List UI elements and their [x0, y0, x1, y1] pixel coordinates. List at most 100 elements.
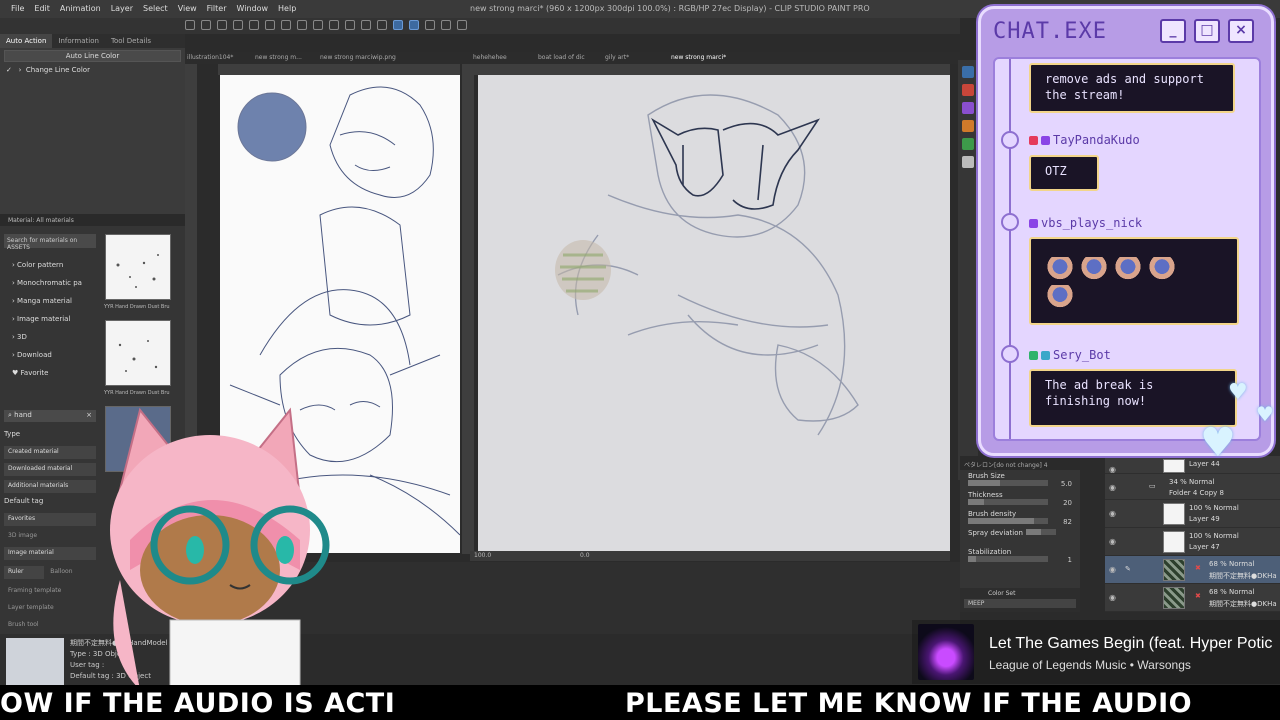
eye-icon[interactable]: ◉: [1109, 565, 1119, 574]
tag-balloon[interactable]: Balloon: [46, 566, 90, 579]
layer-row[interactable]: ◉ 100 % Normal Layer 47: [1105, 528, 1280, 556]
material-thumbnail[interactable]: [105, 320, 171, 386]
tag-brush-tool[interactable]: Brush tool: [4, 619, 96, 632]
menu-window[interactable]: Window: [231, 4, 273, 13]
tab-information[interactable]: Information: [52, 34, 105, 48]
rotation-value[interactable]: 0.0: [580, 552, 590, 559]
prop-spray-deviation[interactable]: Spray deviation: [960, 527, 1080, 546]
tag-framing-template[interactable]: Framing template: [4, 585, 96, 598]
chat-username: Sery_Bot: [1029, 348, 1111, 362]
tree-item-image-material[interactable]: › Image material: [12, 312, 82, 330]
canvas-tab[interactable]: hehehehee: [473, 54, 507, 61]
decoration-tool-icon[interactable]: [962, 120, 974, 132]
export-icon[interactable]: [233, 20, 243, 30]
tree-item-favorite[interactable]: ♥ Favorite: [12, 366, 82, 384]
transform-icon[interactable]: [329, 20, 339, 30]
material-thumbnail[interactable]: [105, 234, 171, 300]
tree-item-download[interactable]: › Download: [12, 348, 82, 366]
layer-row[interactable]: ◉ ✖ 68 % Normal 期間不定無料●DKHa: [1105, 584, 1280, 612]
canvas-tab[interactable]: new strong marciwip.png: [320, 54, 396, 61]
guide-icon[interactable]: [441, 20, 451, 30]
help-icon[interactable]: [457, 20, 467, 30]
brush-tool-icon[interactable]: [962, 102, 974, 114]
material-assets-search[interactable]: Search for materials on ASSETS: [4, 234, 96, 251]
stream-screen: File Edit Animation Layer Select View Fi…: [0, 0, 1280, 720]
folder-icon[interactable]: ▭: [1149, 482, 1156, 490]
eye-icon[interactable]: ◉: [1109, 509, 1119, 518]
auto-action-item[interactable]: ✓ › Change Line Color: [6, 66, 179, 74]
canvas-tab[interactable]: new strong m...: [255, 54, 302, 61]
heart-icon: ♥: [1200, 420, 1236, 466]
color-set-select[interactable]: MEEP: [964, 599, 1076, 608]
menu-view[interactable]: View: [173, 4, 202, 13]
tree-item-monochromatic[interactable]: › Monochromatic pa: [12, 276, 82, 294]
material-search-input[interactable]: ⌕ hand ×: [4, 410, 96, 422]
invert-icon[interactable]: [377, 20, 387, 30]
tag-favorites[interactable]: Favorites: [4, 513, 96, 526]
zoom-value[interactable]: 100.0: [474, 552, 491, 559]
minimize-button[interactable]: _: [1160, 19, 1186, 43]
fill-icon[interactable]: [313, 20, 323, 30]
document-title: new strong marci* (960 x 1200px 300dpi 1…: [470, 4, 870, 13]
prop-brush-size[interactable]: Brush Size 5.0: [960, 470, 1080, 489]
crop-icon[interactable]: [361, 20, 371, 30]
tree-item-manga-material[interactable]: › Manga material: [12, 294, 82, 312]
eye-icon[interactable]: ◉: [1109, 593, 1119, 602]
filter-additional-materials[interactable]: Additional materials: [4, 480, 96, 493]
spinner-icon[interactable]: [281, 20, 291, 30]
eraser-tool-icon[interactable]: [962, 84, 974, 96]
deselect-icon[interactable]: [345, 20, 355, 30]
tree-item-color-pattern[interactable]: › Color pattern: [12, 258, 82, 276]
eye-icon[interactable]: ◉: [1109, 537, 1119, 546]
layer-row[interactable]: ◉ Layer 44: [1105, 456, 1280, 474]
tag-ruler[interactable]: Ruler: [4, 566, 44, 579]
canvas-tab-active[interactable]: new strong marci*: [671, 54, 726, 61]
eye-icon[interactable]: ◉: [1109, 465, 1119, 474]
clear-icon[interactable]: [297, 20, 307, 30]
close-button[interactable]: ×: [1228, 19, 1254, 43]
prop-thickness[interactable]: Thickness 20: [960, 489, 1080, 508]
tag-3d-image[interactable]: 3D image: [4, 530, 96, 543]
text-tool-icon[interactable]: [962, 156, 974, 168]
pen-tool-icon[interactable]: [962, 66, 974, 78]
snap-ruler-icon[interactable]: [393, 20, 403, 30]
canvas-tab[interactable]: illustration104*: [187, 54, 233, 61]
maximize-button[interactable]: □: [1194, 19, 1220, 43]
menu-animation[interactable]: Animation: [55, 4, 106, 13]
tree-item-3d[interactable]: › 3D: [12, 330, 82, 348]
tab-tool-details[interactable]: Tool Details: [105, 34, 157, 48]
tag-image-material[interactable]: Image material: [4, 547, 96, 560]
redo-icon[interactable]: [265, 20, 275, 30]
prop-brush-density[interactable]: Brush density 82: [960, 508, 1080, 527]
snap-grid-icon[interactable]: [425, 20, 435, 30]
undo-icon[interactable]: [249, 20, 259, 30]
moon-icon: [1001, 213, 1019, 231]
chevron-right-icon[interactable]: ›: [19, 66, 22, 74]
layer-folder-row[interactable]: ◉ ▭ 34 % Normal Folder 4 Copy 8: [1105, 474, 1280, 500]
menu-edit[interactable]: Edit: [29, 4, 55, 13]
menu-help[interactable]: Help: [273, 4, 301, 13]
heart-icon: ♥: [1256, 402, 1274, 426]
menu-select[interactable]: Select: [138, 4, 173, 13]
drawing-canvas[interactable]: [478, 75, 950, 553]
fill-tool-icon[interactable]: [962, 138, 974, 150]
eye-icon[interactable]: ◉: [1109, 483, 1119, 492]
menu-layer[interactable]: Layer: [106, 4, 138, 13]
layer-row[interactable]: ◉ 100 % Normal Layer 49: [1105, 500, 1280, 528]
new-icon[interactable]: [185, 20, 195, 30]
check-icon[interactable]: ✓: [6, 66, 12, 74]
auto-action-select[interactable]: Auto Line Color: [4, 50, 181, 62]
save-icon[interactable]: [217, 20, 227, 30]
canvas-tab[interactable]: gily art*: [605, 54, 629, 61]
snap-special-ruler-icon[interactable]: [409, 20, 419, 30]
tab-auto-action[interactable]: Auto Action: [0, 34, 53, 48]
layer-row-selected[interactable]: ◉ ✎ ✖ 68 % Normal 期間不定無料●DKHa: [1105, 556, 1280, 584]
canvas-tab[interactable]: boat load of dic: [538, 54, 585, 61]
filter-created-material[interactable]: Created material: [4, 446, 96, 459]
tag-layer-template[interactable]: Layer template: [4, 602, 96, 615]
open-icon[interactable]: [201, 20, 211, 30]
menu-file[interactable]: File: [6, 4, 29, 13]
prop-stabilization[interactable]: Stabilization 1: [960, 546, 1080, 565]
menu-filter[interactable]: Filter: [202, 4, 232, 13]
filter-downloaded-material[interactable]: Downloaded material: [4, 463, 96, 476]
